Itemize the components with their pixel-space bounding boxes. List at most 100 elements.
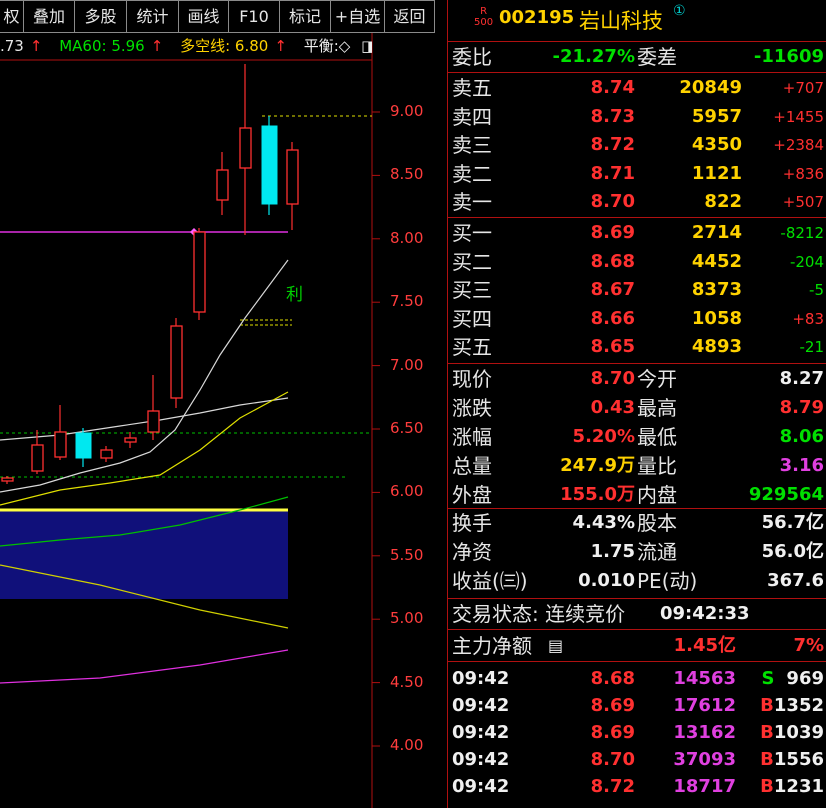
tick-time: 09:42 <box>452 722 510 743</box>
balance-indicator: 平衡:◇ <box>303 37 351 55</box>
bid-level-volume: 1058 <box>691 307 742 329</box>
tick-row[interactable]: 09:42 8.72 18717 B1231 <box>447 773 826 801</box>
stats-label: 最低 <box>637 425 677 449</box>
tick-side: B <box>760 722 774 743</box>
stats-row: 总量 247.9万 量比 3.16 <box>447 452 826 480</box>
stock-name: 岩山科技 <box>579 9 663 33</box>
stats-label: 涨跌 <box>452 396 492 420</box>
divider <box>447 217 826 218</box>
toolbar-rights-button[interactable]: 权 <box>0 0 24 33</box>
ask-level-price: 8.74 <box>590 77 635 98</box>
ask-level-price: 8.72 <box>590 134 635 156</box>
fundamentals-label: 股本 <box>637 511 677 535</box>
candle-body-up <box>100 449 113 459</box>
ask-level-change: +836 <box>782 164 824 183</box>
trade-status-label: 交易状态: 连续竞价 <box>452 602 626 626</box>
tick-price: 8.69 <box>590 695 635 716</box>
tick-row[interactable]: 09:42 8.70 37093 B1556 <box>447 746 826 774</box>
toolbar-stats-button[interactable]: 统计 <box>127 0 179 33</box>
stock-header: R 500 002195 岩山科技 ① <box>447 0 826 41</box>
stats-value: 155.0万 <box>560 484 635 505</box>
candle-body-up <box>170 325 183 399</box>
tick-side: B <box>760 749 774 770</box>
bid-level-price: 8.67 <box>590 279 635 301</box>
tick-price: 8.69 <box>590 722 635 743</box>
price-axis-label: 5.00 <box>390 609 424 628</box>
tick-direction: B1352 <box>760 692 824 720</box>
tick-direction: B1556 <box>760 746 824 774</box>
main-flow-pct: 7% <box>793 635 824 656</box>
stats-value: 8.27 <box>779 368 824 389</box>
weicha-value: -11609 <box>753 46 824 67</box>
candle-body-down <box>75 432 92 459</box>
divider <box>447 363 826 364</box>
weibi-row: 委比 -21.27% 委差 -11609 <box>447 43 826 71</box>
candle-body-up <box>124 437 137 443</box>
fundamentals-label: PE(动) <box>637 569 698 593</box>
margin-badge: R 500 <box>474 6 494 28</box>
stats-value: 8.70 <box>590 368 635 389</box>
duokong-line-value: 多空线: 6.80 ↑ <box>180 37 287 55</box>
fundamentals-value: 0.010 <box>578 570 635 591</box>
tick-count: 1039 <box>773 722 824 743</box>
stats-row: 涨幅 5.20% 最低 8.06 <box>447 423 826 451</box>
bid-level-row: 买三 8.67 8373 -5 <box>447 276 826 304</box>
toolbar-multi-stock-button[interactable]: 多股 <box>75 0 127 33</box>
fundamentals-label: 换手 <box>452 511 492 535</box>
tick-time: 09:42 <box>452 695 510 716</box>
ask-level-price: 8.73 <box>590 105 635 127</box>
bid-level-change: -21 <box>799 338 825 357</box>
info-icon[interactable]: ① <box>673 3 686 19</box>
tick-row[interactable]: 09:42 8.69 13162 B1039 <box>447 719 826 747</box>
kline-chart-area[interactable]: 权 叠加 多股 统计 画线 F10 标记 +自选 返回 .73 ↑ MA60: 5… <box>0 0 446 808</box>
price-axis-label: 6.50 <box>390 419 424 437</box>
bid-level-volume: 2714 <box>691 222 742 243</box>
fundamentals-value: 4.43% <box>572 512 635 533</box>
tick-side: B <box>760 695 774 716</box>
ask-level-volume: 4350 <box>691 134 742 156</box>
toolbar-back-button[interactable]: 返回 <box>385 0 435 33</box>
tick-row[interactable]: 09:42 8.69 17612 B1352 <box>447 692 826 720</box>
toolbar-add-watchlist-button[interactable]: +自选 <box>331 0 385 33</box>
tick-volume: 18717 <box>673 776 736 797</box>
trade-status-time: 09:42:33 <box>660 603 750 624</box>
indicator-menu-icon[interactable]: ◨ <box>361 37 372 55</box>
toolbar-f10-button[interactable]: F10 <box>229 0 280 33</box>
tick-time: 09:42 <box>452 776 510 797</box>
fundamentals-row: 收益(㈢) 0.010 PE(动) 367.6 <box>447 567 826 595</box>
stats-value: 8.79 <box>779 397 824 418</box>
bid-level-row: 买二 8.68 4452 -204 <box>447 248 826 276</box>
main-flow-menu-icon[interactable]: ▤ <box>548 632 563 660</box>
bid-level-price: 8.66 <box>590 307 635 329</box>
price-axis-label: 7.50 <box>390 292 424 311</box>
toolbar-draw-button[interactable]: 画线 <box>179 0 229 33</box>
tick-row[interactable]: 09:42 8.68 14563 S 969 <box>447 665 826 693</box>
main-flow-row: 主力净额 ▤ 1.45亿 7% <box>447 632 826 660</box>
weibi-label: 委比 <box>452 45 492 69</box>
fundamentals-value: 1.75 <box>590 541 635 562</box>
tick-price: 8.72 <box>590 776 635 797</box>
toolbar-mark-button[interactable]: 标记 <box>280 0 331 33</box>
price-axis-label: 9.00 <box>390 102 424 120</box>
ask-level-change: +1455 <box>773 107 824 126</box>
divider <box>447 629 826 630</box>
bid-level-volume: 8373 <box>691 279 742 301</box>
tick-time: 09:42 <box>452 749 510 770</box>
ask-level-row: 卖三 8.72 4350 +2384 <box>447 131 826 159</box>
price-axis-label: 6.00 <box>390 482 424 501</box>
tick-direction: B1039 <box>760 719 824 747</box>
bid-level-row: 买一 8.69 2714 -8212 <box>447 219 826 247</box>
kline-chart-canvas[interactable] <box>0 0 446 808</box>
tick-volume: 14563 <box>673 668 736 689</box>
signal-label: 利 <box>286 285 303 305</box>
bid-level-label: 买二 <box>452 249 492 274</box>
bid-level-volume: 4452 <box>691 250 742 272</box>
ask-level-volume: 822 <box>704 191 742 213</box>
price-axis-label: 4.00 <box>390 736 424 754</box>
candle-body-up <box>193 231 206 313</box>
stock-code: 002195 <box>499 7 575 28</box>
ask-level-label: 卖三 <box>452 133 492 158</box>
ask-level-label: 卖五 <box>452 76 492 100</box>
divider <box>447 598 826 599</box>
toolbar-overlay-button[interactable]: 叠加 <box>24 0 75 33</box>
